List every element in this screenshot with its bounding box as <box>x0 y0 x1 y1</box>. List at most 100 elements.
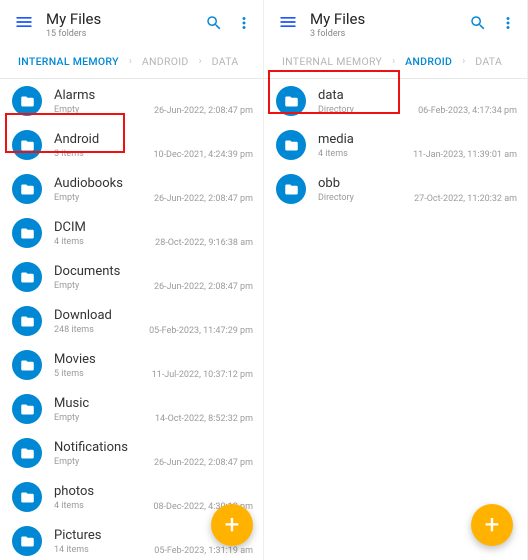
item-name: data <box>318 88 418 103</box>
folder-icon <box>12 526 42 556</box>
folder-item[interactable]: DCIM 4 items28-Oct-2022, 9:16:38 am <box>0 211 263 255</box>
item-meta: Download 248 items <box>54 308 149 335</box>
menu-icon[interactable] <box>274 8 302 41</box>
title-block: My Files 15 folders <box>46 10 205 39</box>
folder-item[interactable]: NotificationsEmpty26-Jun-2022, 2:08:47 p… <box>0 431 263 475</box>
folder-item[interactable]: obb Directory27-Oct-2022, 11:20:32 am <box>264 167 527 211</box>
folder-count: 3 folders <box>310 29 469 39</box>
folder-item[interactable]: Android 3 items10-Dec-2021, 4:24:39 pm <box>0 123 263 167</box>
item-name: Pictures <box>54 528 154 543</box>
menu-icon[interactable] <box>10 8 38 41</box>
item-meta: Documents Empty <box>54 264 154 291</box>
folder-item[interactable]: Documents Empty26-Jun-2022, 2:08:47 pm <box>0 255 263 299</box>
item-date: 11-Jan-2023, 11:39:01 am <box>413 150 517 160</box>
item-date: 27-Oct-2022, 11:20:32 am <box>414 194 517 204</box>
chevron-right-icon: › <box>129 56 132 67</box>
folder-item[interactable]: Audiobooks Empty26-Jun-2022, 2:08:47 pm <box>0 167 263 211</box>
item-sub: 4 items <box>318 149 413 159</box>
header: My Files 15 folders <box>0 0 263 47</box>
folder-icon <box>276 130 306 160</box>
item-meta: data Directory <box>318 88 418 115</box>
item-name: Alarms <box>54 88 154 103</box>
item-meta: Android 3 items <box>54 132 153 159</box>
item-name: Download <box>54 308 149 323</box>
item-meta: DCIM 4 items <box>54 220 155 247</box>
item-meta: Movies 5 items <box>54 352 152 379</box>
item-date: 11-Jul-2022, 10:37:12 pm <box>152 370 253 380</box>
item-name: Audiobooks <box>54 176 154 191</box>
item-meta: Alarms Empty <box>54 88 154 115</box>
fab-add[interactable]: + <box>211 504 253 546</box>
item-name: media <box>318 132 413 147</box>
crumb-internal[interactable]: INTERNAL MEMORY <box>282 55 382 68</box>
screen-internal-memory: My Files 15 folders INTERNAL MEMORY › AN… <box>0 0 264 560</box>
item-sub: Empty <box>54 413 155 423</box>
item-name: obb <box>318 176 414 191</box>
folder-item[interactable]: Download 248 items05-Feb-2023, 11:47:29 p… <box>0 299 263 343</box>
folder-item[interactable]: media 4 items11-Jan-2023, 11:39:01 am <box>264 123 527 167</box>
folder-icon <box>12 482 42 512</box>
folder-icon <box>12 130 42 160</box>
item-sub: Directory <box>318 193 414 203</box>
folder-item[interactable]: Movies 5 items11-Jul-2022, 10:37:12 pm <box>0 343 263 387</box>
item-sub: Directory <box>318 105 418 115</box>
crumb-data[interactable]: DATA <box>212 55 239 68</box>
item-sub: 3 items <box>54 149 153 159</box>
chevron-right-icon: › <box>462 56 465 67</box>
item-meta: obb Directory <box>318 176 414 203</box>
item-name: DCIM <box>54 220 155 235</box>
item-date: 26-Jun-2022, 2:08:47 pm <box>154 194 253 204</box>
title-block: My Files 3 folders <box>310 10 469 39</box>
chevron-right-icon: › <box>199 56 202 67</box>
item-sub: Empty <box>54 105 154 115</box>
breadcrumb: INTERNAL MEMORY › ANDROID › DATA <box>264 47 527 79</box>
item-meta: Audiobooks Empty <box>54 176 154 203</box>
item-sub: Empty <box>54 193 154 203</box>
folder-icon <box>12 218 42 248</box>
folder-icon <box>12 438 42 468</box>
item-meta: NotificationsEmpty <box>54 440 154 467</box>
item-date: 28-Oct-2022, 9:16:38 am <box>155 238 253 248</box>
item-name: Android <box>54 132 153 147</box>
crumb-android[interactable]: ANDROID <box>142 55 189 68</box>
item-sub: 4 items <box>54 237 155 247</box>
folder-icon <box>12 350 42 380</box>
item-sub: 4 items <box>54 501 153 511</box>
item-sub: 5 items <box>54 369 152 379</box>
more-icon[interactable] <box>235 14 253 36</box>
chevron-right-icon: › <box>392 56 395 67</box>
crumb-android[interactable]: ANDROID <box>405 55 452 68</box>
screen-android: My Files 3 folders INTERNAL MEMORY › AND… <box>264 0 528 560</box>
item-meta: photos4 items <box>54 484 153 511</box>
item-date: 05-Feb-2023, 1:31:19 am <box>154 546 253 556</box>
folder-count: 15 folders <box>46 29 205 39</box>
item-name: Documents <box>54 264 154 279</box>
folder-icon <box>276 174 306 204</box>
folder-item[interactable]: Music Empty14-Oct-2022, 8:52:32 pm <box>0 387 263 431</box>
folder-icon <box>12 306 42 336</box>
item-sub: Empty <box>54 281 154 291</box>
folder-item[interactable]: dataDirectory06-Feb-2023, 4:17:34 pm <box>264 79 527 123</box>
folder-icon <box>12 394 42 424</box>
item-name: Movies <box>54 352 152 367</box>
item-sub: 248 items <box>54 325 149 335</box>
crumb-internal[interactable]: INTERNAL MEMORY <box>18 55 119 68</box>
folder-item[interactable]: AlarmsEmpty26-Jun-2022, 2:08:47 pm <box>0 79 263 123</box>
fab-add[interactable]: + <box>471 504 513 546</box>
item-date: 10-Dec-2021, 4:24:39 pm <box>153 150 253 160</box>
item-date: 26-Jun-2022, 2:08:47 pm <box>154 282 253 292</box>
item-date: 05-Feb-2023, 11:47:29 pm <box>149 326 253 336</box>
header-actions <box>205 14 253 36</box>
search-icon[interactable] <box>469 14 487 36</box>
header-actions <box>469 14 517 36</box>
item-date: 14-Oct-2022, 8:52:32 pm <box>155 414 253 424</box>
folder-list: AlarmsEmpty26-Jun-2022, 2:08:47 pmAndroi… <box>0 79 263 560</box>
item-sub: 14 items <box>54 545 154 555</box>
item-date: 26-Jun-2022, 2:08:47 pm <box>154 458 253 468</box>
header: My Files 3 folders <box>264 0 527 47</box>
item-name: Music <box>54 396 155 411</box>
more-icon[interactable] <box>499 14 517 36</box>
item-name: Notifications <box>54 440 154 455</box>
crumb-data[interactable]: DATA <box>475 55 502 68</box>
search-icon[interactable] <box>205 14 223 36</box>
